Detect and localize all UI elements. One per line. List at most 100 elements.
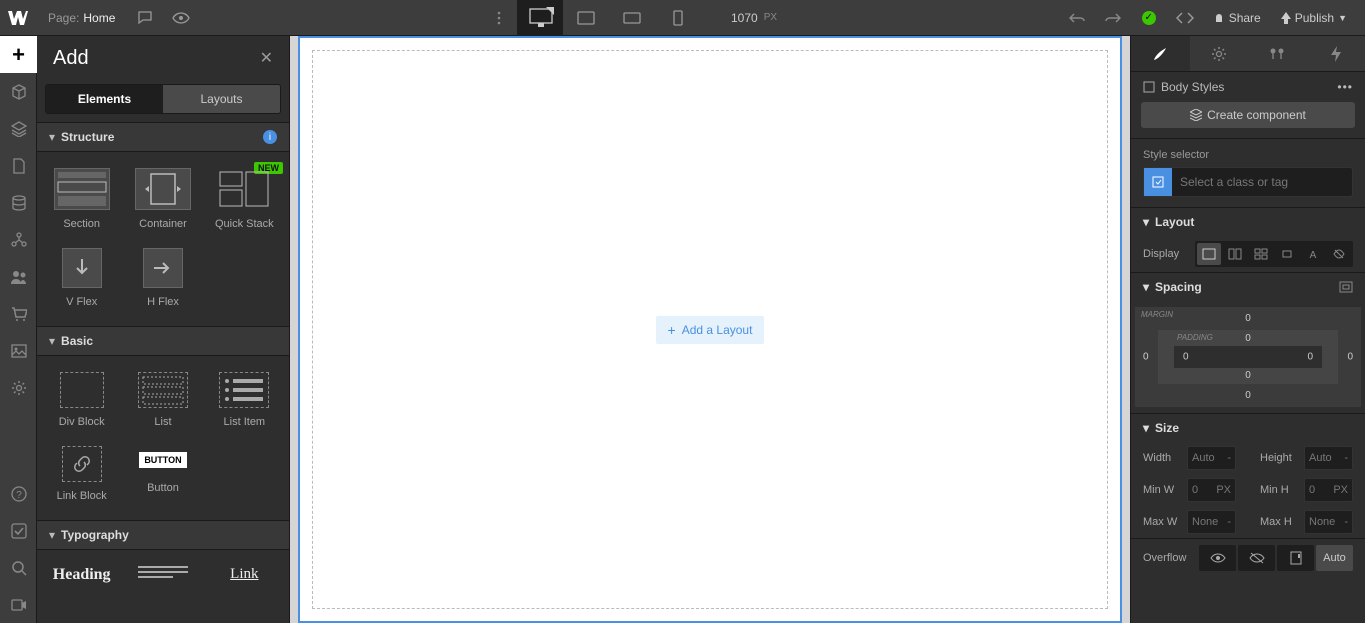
bp-desktop-icon[interactable] <box>517 0 563 36</box>
create-component-button[interactable]: Create component <box>1141 102 1355 128</box>
el-div-block[interactable]: Div Block <box>41 364 122 438</box>
el-button[interactable]: BUTTON Button <box>122 438 203 512</box>
more-icon[interactable]: ••• <box>1337 80 1353 94</box>
section-size[interactable]: ▾Size <box>1131 413 1365 442</box>
publish-button[interactable]: Publish ▼ <box>1271 11 1357 25</box>
minh-input[interactable]: 0PX <box>1304 478 1353 502</box>
tab-layouts[interactable]: Layouts <box>163 85 280 113</box>
overflow-label: Overflow <box>1143 552 1195 564</box>
display-grid-icon[interactable] <box>1249 243 1273 265</box>
tab-elements[interactable]: Elements <box>46 85 163 113</box>
el-h-flex[interactable]: H Flex <box>122 240 203 318</box>
cart-icon[interactable] <box>0 295 37 332</box>
el-link-block[interactable]: Link Block <box>41 438 122 512</box>
plus-icon: + <box>668 322 676 338</box>
el-link[interactable]: Link <box>204 558 285 586</box>
gear-icon[interactable] <box>0 369 37 406</box>
selector-icon <box>1144 168 1172 196</box>
width-input[interactable]: Auto- <box>1187 446 1236 470</box>
close-icon[interactable]: ✕ <box>260 48 273 68</box>
bp-mobile-landscape-icon[interactable] <box>609 0 655 36</box>
undo-icon[interactable] <box>1059 0 1095 36</box>
layers-icon[interactable] <box>0 110 37 147</box>
publish-label: Publish <box>1295 11 1334 25</box>
el-list-item[interactable]: List Item <box>204 364 285 438</box>
display-label: Display <box>1143 248 1189 260</box>
left-rail: + ? <box>0 36 37 623</box>
display-inline-block-icon[interactable] <box>1275 243 1299 265</box>
canvas-body[interactable]: + Add a Layout <box>312 50 1108 609</box>
display-inline-icon[interactable]: A <box>1301 243 1325 265</box>
section-spacing[interactable]: ▾Spacing <box>1131 272 1365 301</box>
redo-icon[interactable] <box>1095 0 1131 36</box>
el-quick-stack[interactable]: NEW Quick Stack <box>204 160 285 240</box>
body-styles-label: Body Styles <box>1161 80 1224 94</box>
image-icon[interactable] <box>0 332 37 369</box>
svg-text:A: A <box>1310 250 1317 260</box>
video-icon[interactable] <box>0 586 37 623</box>
canvas-width-display[interactable]: 1070 PX <box>731 11 777 25</box>
el-list[interactable]: List <box>122 364 203 438</box>
comments-icon[interactable] <box>127 0 163 36</box>
share-button[interactable]: Share <box>1203 11 1271 25</box>
tab-style-icon[interactable] <box>1131 36 1190 71</box>
class-selector-input[interactable]: Select a class or tag <box>1143 167 1353 197</box>
add-panel-title: Add <box>53 47 89 70</box>
canvas-width-unit: PX <box>764 12 777 23</box>
display-none-icon[interactable] <box>1327 243 1351 265</box>
display-flex-icon[interactable] <box>1223 243 1247 265</box>
el-heading[interactable]: Heading <box>41 558 122 586</box>
add-layout-button[interactable]: + Add a Layout <box>656 316 765 344</box>
maxh-input[interactable]: None- <box>1304 510 1353 534</box>
spacing-box[interactable]: MARGIN PADDING 0 0 0 0 0 0 0 0 <box>1135 307 1361 407</box>
page-label: Page: <box>36 11 83 25</box>
bp-mobile-icon[interactable] <box>655 0 701 36</box>
selector-placeholder: Select a class or tag <box>1172 175 1352 189</box>
spacing-expand-icon[interactable] <box>1339 281 1353 293</box>
code-icon[interactable] <box>1167 0 1203 36</box>
check-icon[interactable] <box>0 512 37 549</box>
webflow-logo-icon[interactable] <box>0 0 36 36</box>
tab-variables-icon[interactable] <box>1248 36 1307 71</box>
more-vert-icon[interactable] <box>481 0 517 36</box>
tab-interactions-icon[interactable] <box>1307 36 1365 71</box>
add-icon[interactable]: + <box>0 36 37 73</box>
users-icon[interactable] <box>0 258 37 295</box>
info-icon[interactable]: i <box>263 130 277 144</box>
search-icon[interactable] <box>0 549 37 586</box>
overflow-hidden-icon[interactable] <box>1238 545 1275 571</box>
height-input[interactable]: Auto- <box>1304 446 1353 470</box>
add-panel-tabs: Elements Layouts <box>45 84 281 114</box>
el-container[interactable]: Container <box>122 160 203 240</box>
preview-icon[interactable] <box>163 0 199 36</box>
overflow-auto-button[interactable]: Auto <box>1316 545 1353 571</box>
section-typography[interactable]: ▾Typography <box>37 520 289 550</box>
minw-input[interactable]: 0PX <box>1187 478 1236 502</box>
page-icon[interactable] <box>0 147 37 184</box>
el-paragraph[interactable] <box>122 558 203 586</box>
breakpoint-switcher <box>517 0 701 35</box>
share-label: Share <box>1229 11 1261 25</box>
nodes-icon[interactable] <box>0 221 37 258</box>
overflow-visible-icon[interactable] <box>1199 545 1236 571</box>
section-basic[interactable]: ▾Basic <box>37 326 289 356</box>
display-block-icon[interactable] <box>1197 243 1221 265</box>
tab-settings-icon[interactable] <box>1190 36 1249 71</box>
display-buttons: A <box>1195 241 1353 267</box>
add-panel: Add ✕ Elements Layouts ▾Structure i Sect… <box>37 36 290 623</box>
right-panel-tabs <box>1131 36 1365 72</box>
help-icon[interactable]: ? <box>0 475 37 512</box>
section-structure[interactable]: ▾Structure i <box>37 122 289 152</box>
overflow-scroll-icon[interactable] <box>1277 545 1314 571</box>
section-layout[interactable]: ▾Layout <box>1131 207 1365 236</box>
cube-icon[interactable] <box>0 73 37 110</box>
style-selector-label: Style selector <box>1143 149 1353 161</box>
maxw-input[interactable]: None- <box>1187 510 1236 534</box>
el-v-flex[interactable]: V Flex <box>41 240 122 318</box>
canvas[interactable]: + Add a Layout <box>298 36 1122 623</box>
database-icon[interactable] <box>0 184 37 221</box>
page-name[interactable]: Home <box>83 11 127 25</box>
bp-tablet-icon[interactable] <box>563 0 609 36</box>
el-section[interactable]: Section <box>41 160 122 240</box>
status-icon[interactable]: ✓ <box>1131 0 1167 36</box>
